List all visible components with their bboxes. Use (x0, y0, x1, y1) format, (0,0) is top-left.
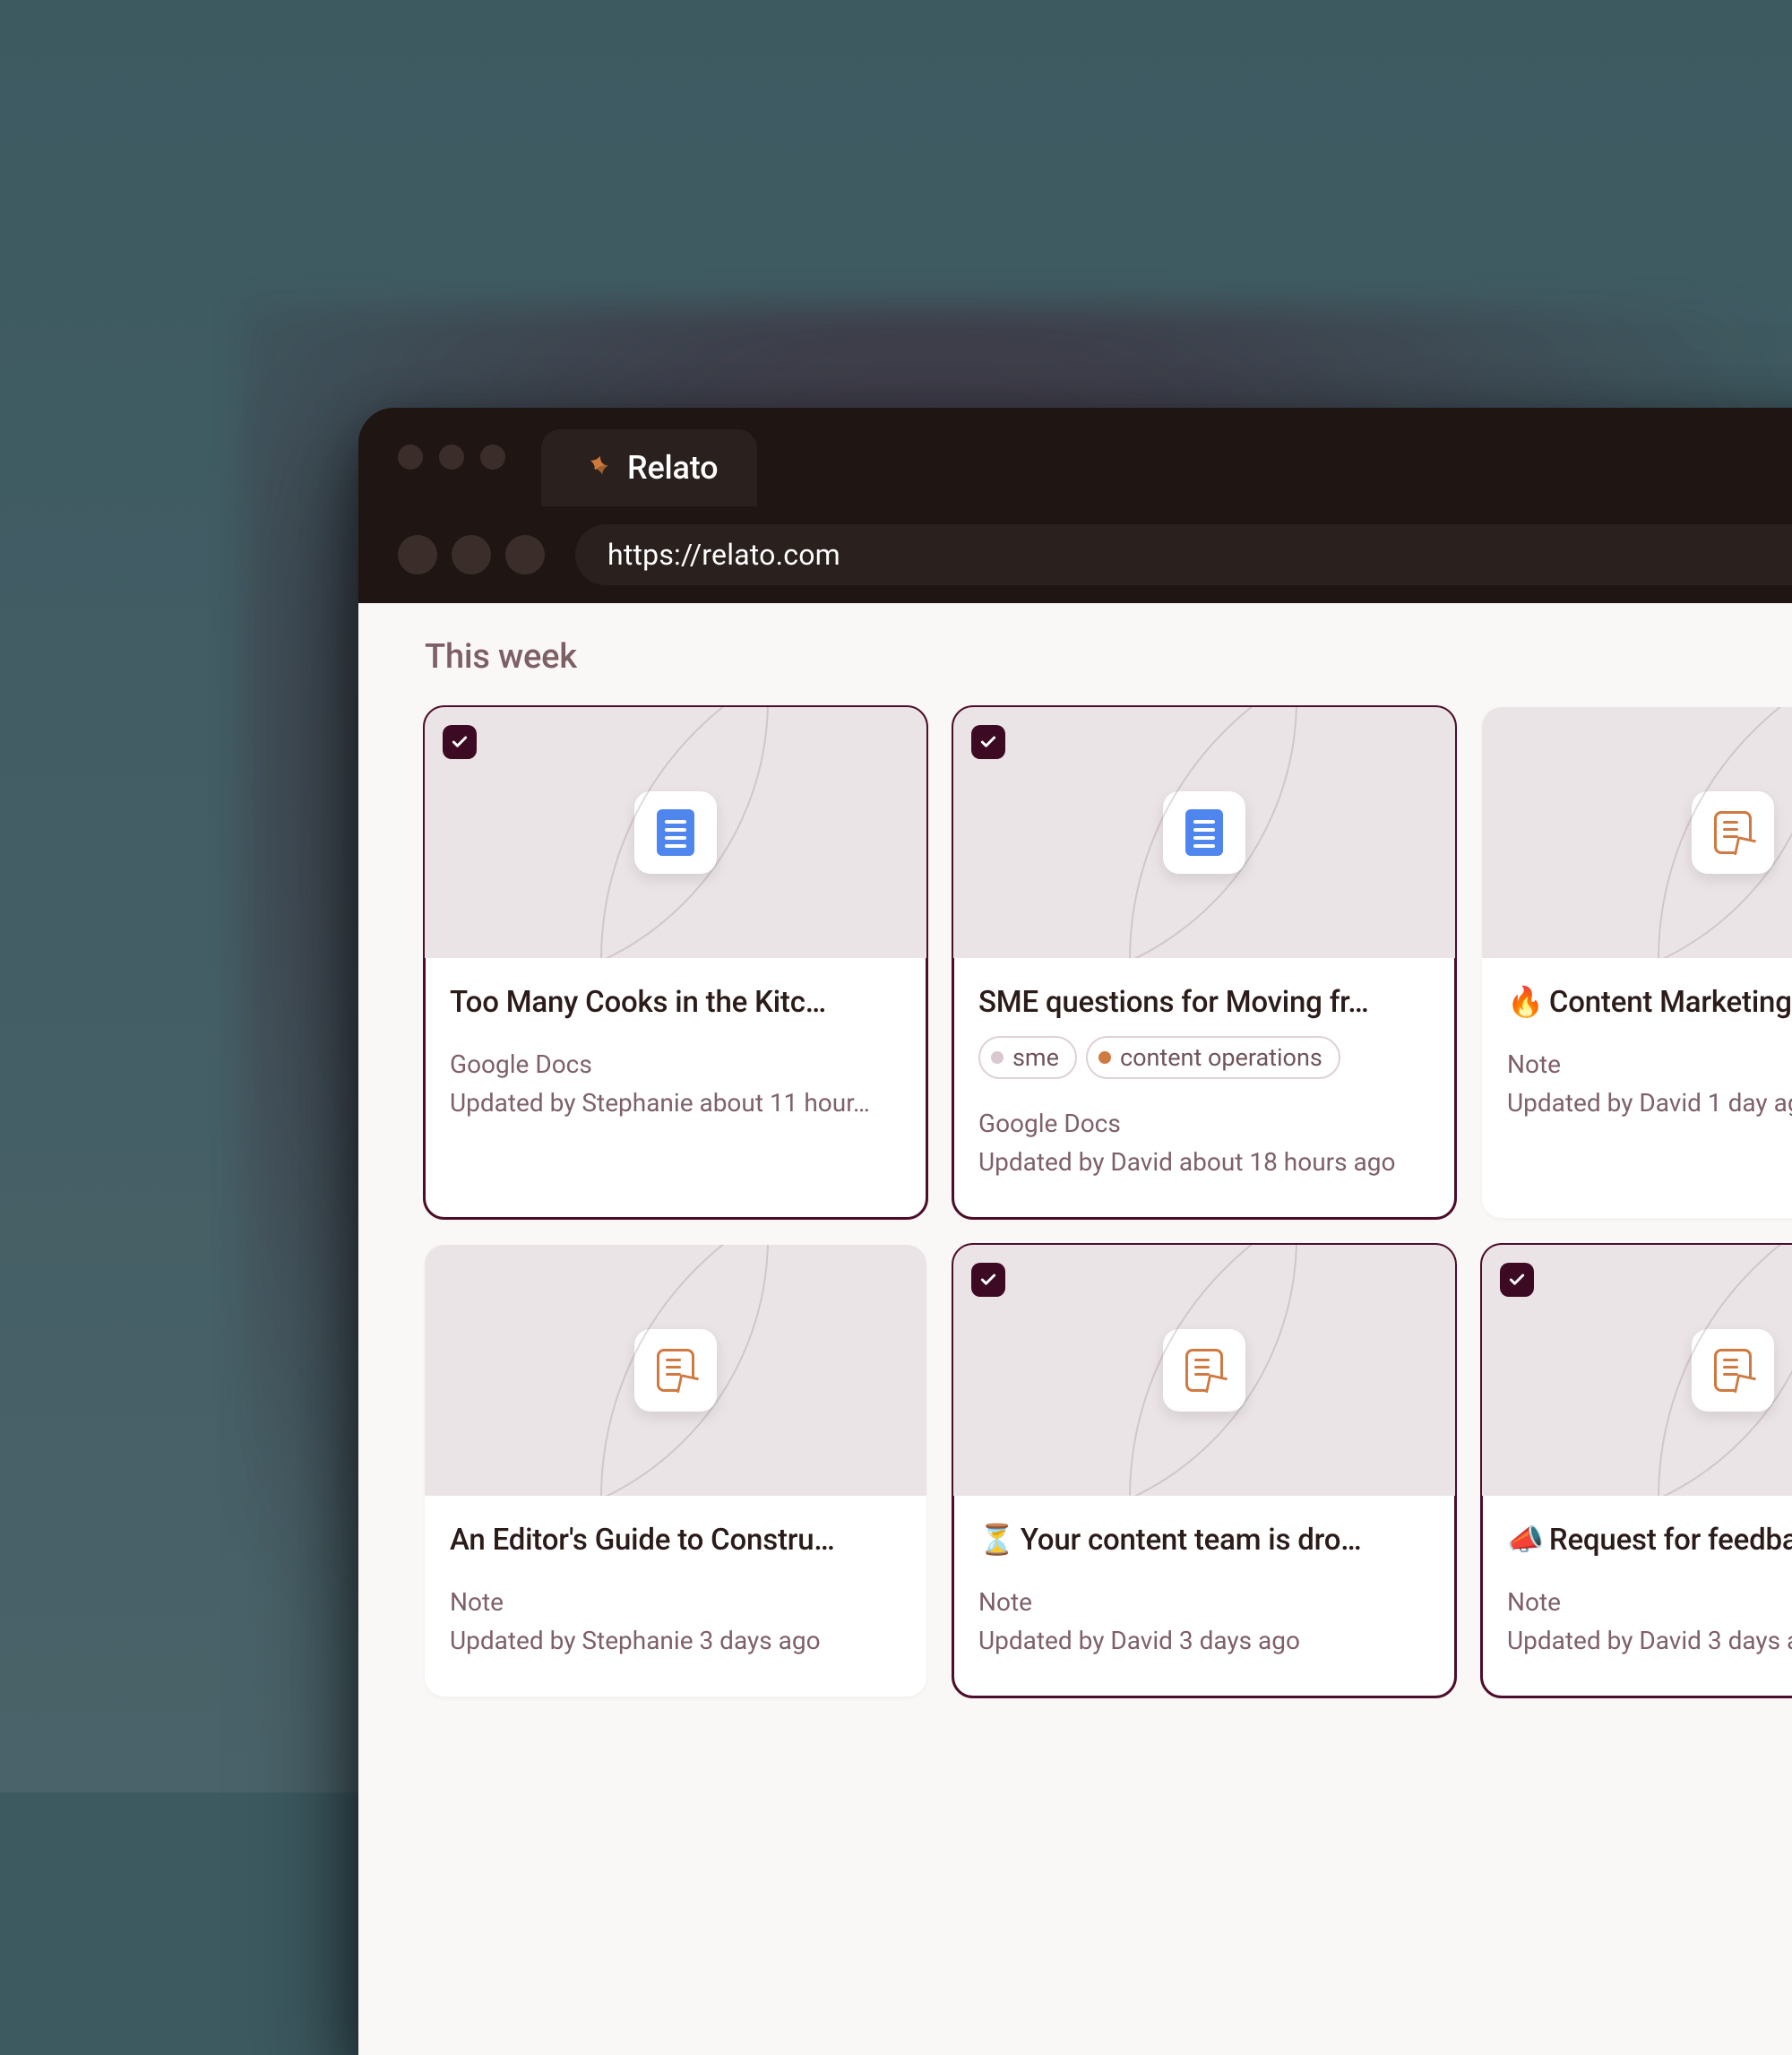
card-meta: Google DocsUpdated by David about 18 hou… (978, 1104, 1430, 1182)
window-dot[interactable] (398, 445, 423, 470)
nav-bar: https://relato.com (358, 506, 1792, 603)
card-body: 🔥Content Marketing J NoteUpdated by David… (1482, 958, 1792, 1159)
card-meta: NoteUpdated by David 1 day ago (1507, 1045, 1792, 1123)
window-dot[interactable] (480, 445, 505, 470)
card-thumb (953, 1245, 1455, 1496)
content-card[interactable]: 🔥Content Marketing J NoteUpdated by David… (1482, 707, 1792, 1218)
note-icon (1692, 1329, 1774, 1412)
note-icon (1163, 1329, 1245, 1412)
browser-window: Relato https://relato.com This week Too … (358, 408, 1792, 2055)
card-updated: Updated by David 3 days ago (1507, 1621, 1792, 1660)
card-title: Too Many Cooks in the Kitc… (450, 985, 901, 1020)
content-card[interactable]: SME questions for Moving fr… sme content o… (953, 707, 1455, 1218)
card-source: Note (450, 1583, 901, 1621)
card-thumb (1482, 1245, 1792, 1496)
nav-forward-icon[interactable] (452, 535, 491, 574)
card-updated: Updated by David about 18 hours ago (978, 1143, 1430, 1181)
content-card[interactable]: Too Many Cooks in the Kitc… Google DocsUp… (425, 707, 926, 1218)
card-updated: Updated by David 3 days ago (978, 1621, 1430, 1660)
card-title: An Editor's Guide to Constru… (450, 1523, 901, 1558)
nav-buttons (398, 535, 545, 574)
window-controls (398, 445, 505, 470)
card-source: Note (1507, 1045, 1792, 1084)
tag-dot-icon (1098, 1051, 1111, 1064)
tag[interactable]: content operations (1086, 1036, 1340, 1079)
title-emoji: ⏳ (978, 1523, 1015, 1558)
google-doc-icon (634, 791, 717, 874)
content-card[interactable]: 📣Request for feedbac NoteUpdated by David… (1482, 1245, 1792, 1697)
card-body: An Editor's Guide to Constru… NoteUpdated… (425, 1496, 926, 1697)
tab-title: Relato (627, 449, 718, 487)
card-meta: NoteUpdated by David 3 days ago (1507, 1583, 1792, 1661)
tab-bar: Relato (358, 408, 1792, 506)
card-meta: Google DocsUpdated by Stephanie about 11… (450, 1045, 901, 1123)
note-icon (1692, 791, 1774, 874)
page-content: This week Too Many Cooks in the Kitc… Goo… (358, 603, 1792, 2055)
card-thumb (1482, 707, 1792, 958)
tag-dot-icon (991, 1051, 1004, 1064)
note-icon (634, 1329, 717, 1412)
card-title: 🔥Content Marketing J (1507, 985, 1792, 1020)
title-emoji: 🔥 (1507, 985, 1544, 1020)
card-body: ⏳Your content team is dro… NoteUpdated by… (953, 1496, 1455, 1697)
tag-label: sme (1012, 1043, 1059, 1072)
card-title: SME questions for Moving fr… (978, 985, 1430, 1020)
card-thumb (953, 707, 1455, 958)
check-icon[interactable] (971, 1263, 1005, 1297)
url-text: https://relato.com (607, 538, 840, 572)
card-updated: Updated by David 1 day ago (1507, 1084, 1792, 1122)
card-body: SME questions for Moving fr… sme content o… (953, 958, 1455, 1218)
url-bar[interactable]: https://relato.com (575, 524, 1792, 585)
nav-back-icon[interactable] (398, 535, 437, 574)
window-dot[interactable] (439, 445, 464, 470)
card-meta: NoteUpdated by David 3 days ago (978, 1583, 1430, 1661)
card-title: 📣Request for feedbac (1507, 1523, 1792, 1558)
card-source: Google Docs (978, 1104, 1430, 1143)
card-title: ⏳Your content team is dro… (978, 1523, 1430, 1558)
card-source: Note (1507, 1583, 1792, 1621)
content-card[interactable]: ⏳Your content team is dro… NoteUpdated by… (953, 1245, 1455, 1697)
content-card[interactable]: An Editor's Guide to Constru… NoteUpdated… (425, 1245, 926, 1697)
check-icon[interactable] (443, 725, 477, 759)
tag-row: sme content operations (978, 1036, 1430, 1079)
card-body: 📣Request for feedbac NoteUpdated by David… (1482, 1496, 1792, 1697)
title-emoji: 📣 (1507, 1523, 1544, 1558)
card-updated: Updated by Stephanie 3 days ago (450, 1621, 901, 1660)
nav-reload-icon[interactable] (505, 535, 545, 574)
card-grid: Too Many Cooks in the Kitc…Google DocsUp… (425, 707, 1792, 1697)
card-source: Google Docs (450, 1045, 901, 1084)
card-source: Note (978, 1583, 1430, 1621)
card-meta: NoteUpdated by Stephanie 3 days ago (450, 1583, 901, 1661)
check-icon[interactable] (1500, 1263, 1534, 1297)
google-doc-icon (1163, 791, 1245, 874)
section-title: This week (425, 637, 1792, 677)
card-thumb (425, 1245, 926, 1496)
card-updated: Updated by Stephanie about 11 hour… (450, 1084, 901, 1122)
tag[interactable]: sme (978, 1036, 1077, 1079)
pinwheel-icon (581, 453, 611, 483)
check-icon[interactable] (971, 725, 1005, 759)
browser-tab[interactable]: Relato (541, 429, 757, 506)
card-thumb (425, 707, 926, 958)
card-body: Too Many Cooks in the Kitc… Google DocsUp… (425, 958, 926, 1159)
tag-label: content operations (1120, 1043, 1322, 1072)
